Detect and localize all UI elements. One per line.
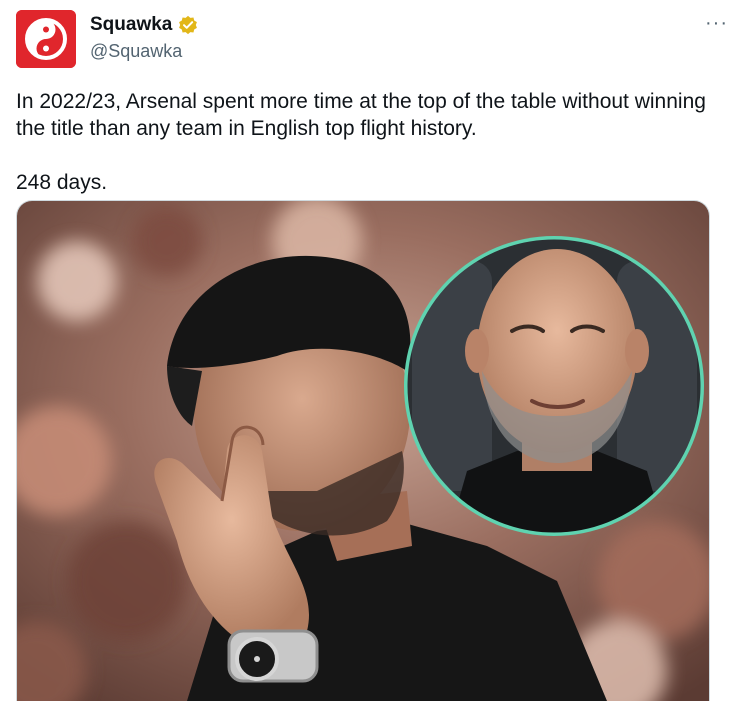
avatar[interactable] [16,10,76,68]
more-options-icon[interactable]: ··· [705,12,728,35]
gold-check-icon [179,15,198,35]
tweet-text: In 2022/23, Arsenal spent more time at t… [16,88,716,196]
tweet-text-line-1: In 2022/23, Arsenal spent more time at t… [16,90,706,140]
photo-illustration [17,201,709,701]
tweet-text-line-2: 248 days. [16,171,108,194]
squawka-logo-icon [16,10,76,68]
author-name[interactable]: Squawka [90,14,172,36]
author-handle[interactable]: @Squawka [90,41,182,62]
tweet-card[interactable]: Squawka @Squawka ··· In 2022/23, Arsenal… [0,0,750,701]
tweet-photo[interactable] [16,200,710,701]
